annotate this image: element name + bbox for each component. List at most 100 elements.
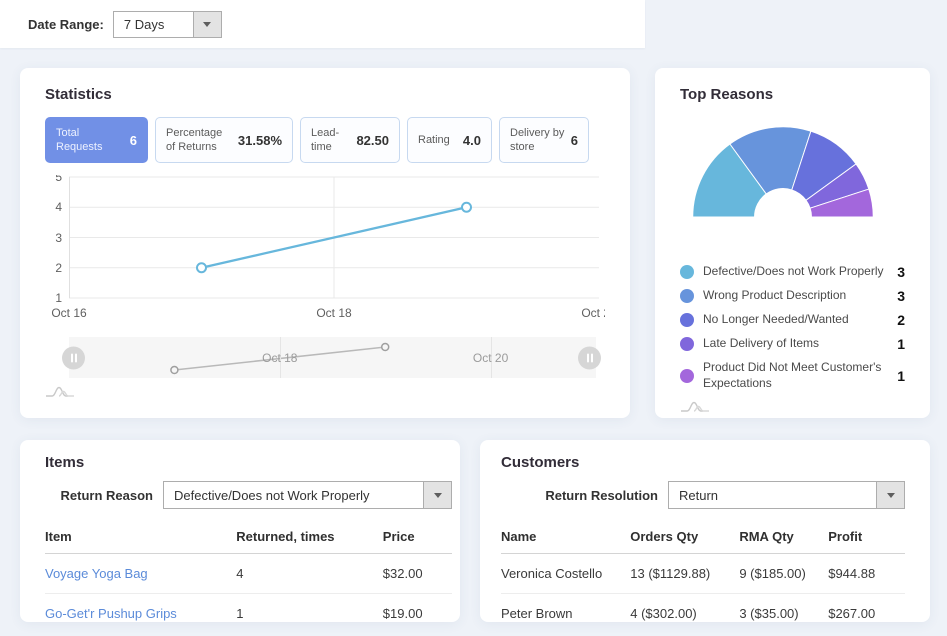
stat-card[interactable]: Percentage of Returns31.58% [155, 117, 293, 163]
dropdown-arrow-icon [876, 482, 904, 508]
return-resolution-label: Return Resolution [545, 488, 658, 503]
cell: $267.00 [828, 594, 905, 634]
dashboard: Date Range: 7 Days Statistics Total Requ… [0, 0, 947, 636]
column-header: Item [45, 523, 236, 554]
legend-item[interactable]: Product Did Not Meet Customer's Expectat… [680, 360, 905, 391]
column-header: RMA Qty [739, 523, 828, 554]
legend-value: 1 [897, 336, 905, 352]
legend-label: Wrong Product Description [703, 288, 888, 304]
x-axis-tick: Oct 16 [51, 306, 86, 320]
navigator-right-handle[interactable] [578, 346, 601, 369]
pause-bar-icon [71, 353, 73, 362]
navigator-left-handle[interactable] [62, 346, 85, 369]
stat-card[interactable]: Lead-time 82.50 [300, 117, 400, 163]
legend-value: 1 [897, 368, 905, 384]
customers-panel: Customers Return Resolution Return NameO… [480, 440, 930, 622]
statistics-title: Statistics [45, 86, 605, 103]
stat-card-value: 82.50 [356, 133, 389, 148]
stat-card-label: Total Requests [56, 126, 124, 155]
stat-card-value: 31.58% [238, 133, 282, 148]
cell: $19.00 [383, 594, 452, 634]
navigator-tick-label: Oct 20 [473, 351, 508, 365]
items-filter-row: Return Reason Defective/Does not Work Pr… [45, 481, 452, 509]
y-axis-tick: 2 [45, 261, 62, 275]
table-row: Veronica Costello13 ($1129.88)9 ($185.00… [501, 554, 905, 594]
table-row: Peter Brown4 ($302.00)3 ($35.00)$267.00 [501, 594, 905, 634]
legend-label: Product Did Not Meet Customer's Expectat… [703, 360, 888, 391]
date-range-select[interactable]: 7 Days [113, 11, 222, 38]
return-resolution-value: Return [669, 482, 876, 508]
stat-card[interactable]: Delivery by store 6 [499, 117, 589, 163]
chart-navigator[interactable]: Oct 18Oct 20 [69, 337, 596, 378]
customers-table: NameOrders QtyRMA QtyProfitVeronica Cost… [501, 523, 905, 633]
customers-title: Customers [501, 454, 905, 471]
top-reasons-chart [688, 122, 905, 222]
date-range-value: 7 Days [114, 12, 193, 37]
column-header: Orders Qty [630, 523, 739, 554]
legend-swatch-icon [680, 369, 694, 383]
cell: $944.88 [828, 554, 905, 594]
cell: 1 [236, 594, 383, 634]
return-reason-select[interactable]: Defective/Does not Work Properly [163, 481, 452, 509]
items-table: ItemReturned, timesPriceVoyage Yoga Bag4… [45, 523, 452, 633]
pause-bar-icon [587, 353, 589, 362]
stat-card-label: Delivery by store [510, 126, 565, 155]
stat-card-label: Rating [418, 133, 450, 147]
semi-donut-chart [688, 122, 878, 217]
data-point[interactable] [462, 203, 471, 212]
cell: 13 ($1129.88) [630, 554, 739, 594]
data-point[interactable] [197, 263, 206, 272]
legend-item[interactable]: Late Delivery of Items 1 [680, 336, 905, 352]
cell: 3 ($35.00) [739, 594, 828, 634]
legend-label: No Longer Needed/Wanted [703, 312, 888, 328]
customers-filter-row: Return Resolution Return [501, 481, 905, 509]
y-axis-tick: 4 [45, 200, 62, 214]
cell: 9 ($185.00) [739, 554, 828, 594]
amcharts-logo-icon[interactable] [680, 399, 722, 414]
cell: Veronica Costello [501, 554, 630, 594]
pause-bar-icon [591, 353, 593, 362]
dropdown-arrow-icon [423, 482, 451, 508]
stat-card-value: 4.0 [463, 133, 481, 148]
legend-swatch-icon [680, 265, 694, 279]
x-axis-tick: Oct 20 [581, 306, 605, 320]
legend-value: 2 [897, 312, 905, 328]
item-link[interactable]: Go-Get'r Pushup Grips [45, 594, 236, 634]
navigator-plot [69, 337, 596, 378]
y-axis-tick: 3 [45, 231, 62, 245]
amcharts-logo-icon[interactable] [45, 384, 87, 399]
stat-card-label: Lead-time [311, 126, 350, 155]
statistics-panel: Statistics Total Requests 6 Percentage of … [20, 68, 630, 418]
legend-item[interactable]: No Longer Needed/Wanted 2 [680, 312, 905, 328]
date-range-label: Date Range: [28, 17, 104, 32]
stat-card[interactable]: Rating 4.0 [407, 117, 492, 163]
y-axis-tick: 1 [45, 291, 62, 305]
top-reasons-legend: Defective/Does not Work Properly3Wrong P… [680, 264, 905, 391]
cell: 4 ($302.00) [630, 594, 739, 634]
legend-swatch-icon [680, 289, 694, 303]
y-axis-tick: 5 [45, 175, 62, 184]
top-reasons-title: Top Reasons [680, 86, 905, 103]
table-header-row: ItemReturned, timesPrice [45, 523, 452, 554]
cell: 4 [236, 554, 383, 594]
legend-value: 3 [897, 288, 905, 304]
line-chart: 12345Oct 16Oct 18Oct 20 [45, 175, 605, 325]
column-header: Profit [828, 523, 905, 554]
column-header: Returned, times [236, 523, 383, 554]
return-resolution-select[interactable]: Return [668, 481, 905, 509]
item-link[interactable]: Voyage Yoga Bag [45, 554, 236, 594]
stat-card-value: 6 [130, 133, 137, 148]
legend-swatch-icon [680, 337, 694, 351]
stat-card[interactable]: Total Requests 6 [45, 117, 148, 163]
navigator-data-point [171, 367, 178, 374]
legend-item[interactable]: Wrong Product Description 3 [680, 288, 905, 304]
stat-cards: Total Requests 6 Percentage of Returns31.5… [45, 117, 605, 163]
stat-card-value: 6 [571, 133, 578, 148]
column-header: Price [383, 523, 452, 554]
legend-label: Defective/Does not Work Properly [703, 264, 888, 280]
legend-item[interactable]: Defective/Does not Work Properly3 [680, 264, 905, 280]
legend-label: Late Delivery of Items [703, 336, 888, 352]
pause-bar-icon [75, 353, 77, 362]
legend-swatch-icon [680, 313, 694, 327]
return-reason-label: Return Reason [61, 488, 153, 503]
